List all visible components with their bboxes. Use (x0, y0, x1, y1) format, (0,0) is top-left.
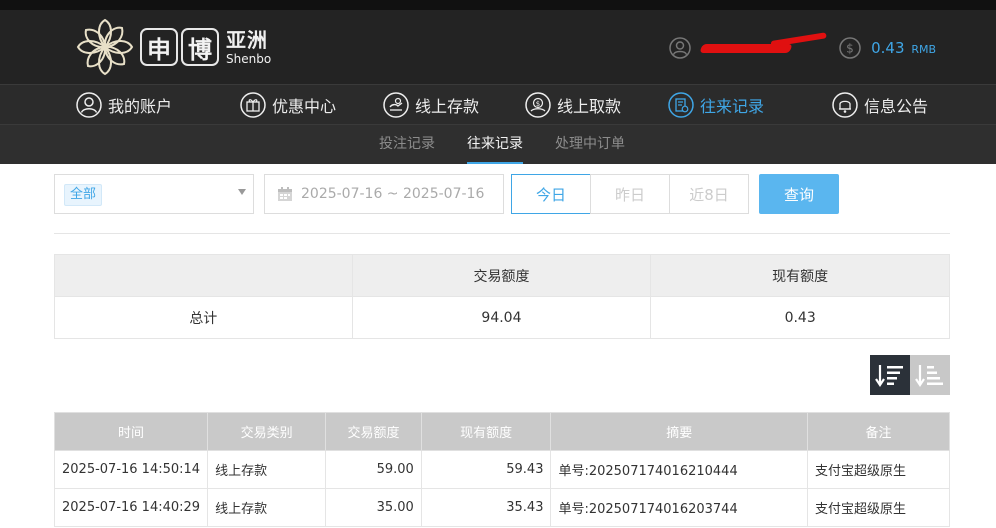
user-area: $ 0.43 RMB (669, 35, 936, 61)
summary-total-balance: 0.43 (650, 296, 950, 339)
cell-summary: 单号:202507174016210444 (550, 450, 808, 489)
query-button[interactable]: 查询 (759, 174, 839, 214)
deposit-icon (383, 92, 409, 118)
summary-header-balance: 现有额度 (650, 254, 950, 297)
cell-balance: 35.43 (420, 488, 552, 527)
table-row: 2025-07-16 14:50:14 线上存款 59.00 59.43 单号:… (53, 450, 951, 489)
nav-withdraw-label: 线上取款 (557, 97, 622, 116)
chevron-down-icon[interactable] (238, 189, 246, 195)
user-avatar-icon[interactable] (669, 37, 691, 59)
gift-icon (240, 92, 266, 118)
nav-announcements-label: 信息公告 (864, 97, 929, 116)
nav-withdraw[interactable]: $ 线上取款 (525, 85, 621, 125)
sort-toggle (870, 355, 950, 395)
subtab-transaction-records[interactable]: 往来记录 (467, 125, 523, 164)
subtab-bet-records[interactable]: 投注记录 (379, 125, 435, 164)
nav-promotions-label: 优惠中心 (272, 97, 337, 116)
balance-value: 0.43 (871, 39, 905, 57)
cell-time: 2025-07-16 14:50:14 (53, 450, 209, 489)
nav-deposit-label: 线上存款 (415, 97, 480, 116)
site-header: 申 博 亚洲 Shenbo $ 0.43 RMB (0, 10, 996, 84)
date-range-input[interactable]: 2025-07-16 ~ 2025-07-16 (264, 174, 504, 214)
nav-records-label: 往来记录 (700, 97, 765, 116)
cell-summary: 单号:202507174016203744 (550, 488, 808, 527)
calendar-icon (278, 187, 292, 201)
sub-nav: 投注记录 往来记录 处理中订单 (0, 125, 996, 164)
range-today-button[interactable]: 今日 (511, 174, 591, 214)
redacted-username (695, 41, 833, 55)
records-icon (668, 92, 694, 118)
withdraw-icon: $ (525, 92, 551, 118)
cell-note: 支付宝超级原生 (806, 488, 951, 527)
site-logo[interactable]: 申 博 亚洲 Shenbo (74, 16, 271, 78)
col-header-time: 时间 (53, 412, 209, 451)
sort-desc-button[interactable] (870, 355, 910, 395)
svg-text:$: $ (846, 42, 854, 56)
cell-amount: 35.00 (325, 488, 422, 527)
table-row: 2025-07-16 14:40:29 线上存款 35.00 35.43 单号:… (53, 488, 951, 527)
logo-en-text: Shenbo (226, 51, 272, 66)
summary-row: 总计 94.04 0.43 (54, 296, 950, 339)
top-strip (0, 0, 996, 10)
type-filter-select[interactable]: 全部 (54, 174, 254, 214)
cell-time: 2025-07-16 14:40:29 (53, 488, 209, 527)
col-header-balance: 现有额度 (420, 412, 552, 451)
sort-descending-icon (875, 365, 903, 387)
cell-type: 线上存款 (207, 450, 327, 489)
subtab-pending-orders[interactable]: 处理中订单 (555, 125, 625, 164)
range-yesterday-button[interactable]: 昨日 (590, 174, 670, 214)
account-balance: 0.43 RMB (871, 39, 936, 57)
records-table: 时间 交易类别 交易额度 现有额度 摘要 备注 2025-07-16 14:50… (53, 412, 951, 527)
col-header-note: 备注 (806, 412, 951, 451)
cell-amount: 59.00 (325, 450, 422, 489)
logo-cn-text: 亚洲 (226, 27, 268, 52)
logo-char-2: 博 (181, 28, 219, 66)
nav-announcements[interactable]: 信息公告 (832, 85, 928, 125)
main-nav: 我的账户 优惠中心 线上存款 $ 线上取款 往来记录 信息公告 (0, 84, 996, 125)
cell-type: 线上存款 (207, 488, 327, 527)
type-filter-tag[interactable]: 全部 (64, 184, 103, 206)
cell-balance: 59.43 (420, 450, 552, 489)
col-header-type: 交易类别 (207, 412, 327, 451)
cell-note: 支付宝超级原生 (806, 450, 951, 489)
col-header-summary: 摘要 (550, 412, 808, 451)
summary-table: 交易额度 现有额度 总计 94.04 0.43 (54, 254, 950, 339)
range-8days-button[interactable]: 近8日 (669, 174, 749, 214)
sort-asc-button[interactable] (910, 355, 950, 395)
summary-header-amount: 交易额度 (351, 254, 652, 297)
nav-promotions[interactable]: 优惠中心 (240, 85, 336, 125)
coin-icon: $ (839, 37, 861, 59)
nav-records[interactable]: 往来记录 (668, 85, 764, 125)
bell-icon (832, 92, 858, 118)
summary-total-amount: 94.04 (351, 296, 652, 339)
nav-my-account-label: 我的账户 (108, 97, 173, 116)
nav-deposit[interactable]: 线上存款 (383, 85, 479, 125)
summary-total-label: 总计 (54, 296, 353, 339)
svg-text:$: $ (536, 100, 540, 108)
divider (54, 233, 950, 234)
balance-currency: RMB (911, 43, 936, 56)
user-icon (76, 92, 102, 118)
date-range-text: 2025-07-16 ~ 2025-07-16 (301, 186, 485, 202)
sort-ascending-icon (915, 365, 943, 387)
logo-char-1: 申 (140, 28, 178, 66)
nav-my-account[interactable]: 我的账户 (76, 85, 172, 125)
summary-header-empty (54, 254, 353, 297)
col-header-amount: 交易额度 (325, 412, 422, 451)
flower-logo-icon (76, 18, 134, 76)
